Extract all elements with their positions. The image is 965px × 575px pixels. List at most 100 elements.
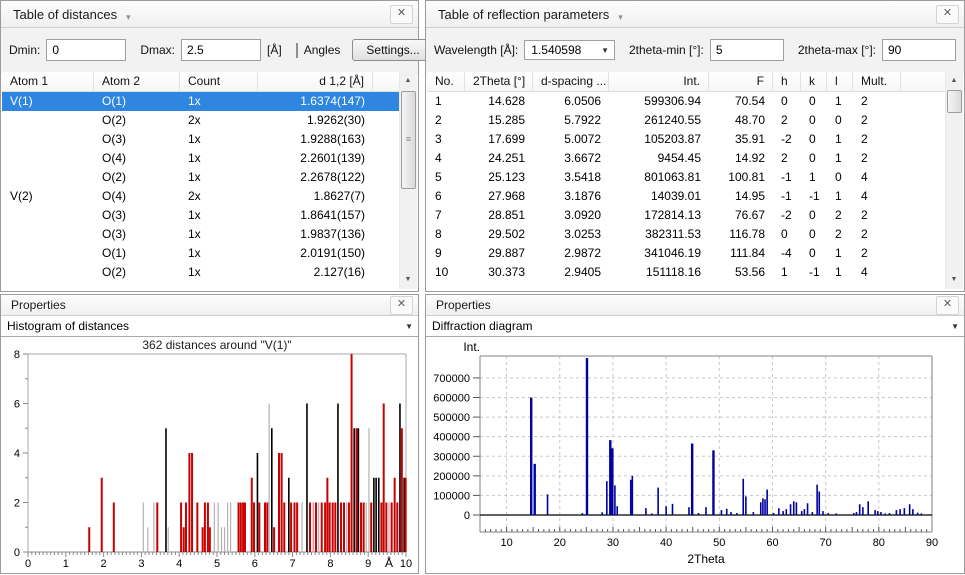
column-header[interactable]: Atom 2	[94, 72, 180, 91]
svg-text:400000: 400000	[433, 432, 470, 444]
table-cell: 48.70	[709, 111, 773, 130]
panel-menu-caret-icon[interactable]: ▾	[618, 12, 623, 23]
thumb-grip-icon: ≡	[402, 135, 415, 144]
close-icon[interactable]: ✕	[390, 5, 413, 24]
properties-selector[interactable]: Histogram of distances ▼	[1, 316, 418, 337]
column-header[interactable]: F	[709, 72, 773, 91]
dmin-input[interactable]	[46, 39, 126, 61]
table-cell: 3	[427, 130, 465, 149]
histogram-of-distances-chart: 362 distances around "V(1)"0246801234567…	[1, 338, 418, 572]
histogram-properties-panel: Properties ✕ Histogram of distances ▼ 36…	[0, 294, 419, 574]
distances-toolbar: Dmin: Dmax: [Å] Angles Settings...	[1, 28, 418, 73]
table-cell: 151118.16	[609, 263, 709, 282]
close-icon[interactable]: ✕	[936, 5, 959, 24]
angstrom-unit-label: [Å]	[267, 43, 282, 57]
table-row[interactable]: O(3)1x1.8641(157)	[2, 206, 400, 225]
table-cell: -1	[801, 263, 827, 282]
column-header[interactable]: No.	[427, 72, 465, 91]
column-header[interactable]: l	[827, 72, 853, 91]
table-cell: 261240.55	[609, 111, 709, 130]
close-icon[interactable]: ✕	[390, 296, 413, 315]
table-row[interactable]: V(1)O(1)1x1.6374(147)	[2, 92, 400, 111]
table-row[interactable]: O(2)1x2.2678(122)	[2, 168, 400, 187]
column-header[interactable]: Mult.	[853, 72, 901, 91]
table-cell: 1x	[180, 206, 258, 225]
table-cell: 29.887	[465, 244, 533, 263]
column-header[interactable]: Atom 1	[2, 72, 94, 91]
table-row[interactable]: 627.9683.187614039.0114.95-1-114	[427, 187, 946, 206]
settings-button[interactable]: Settings...	[352, 39, 433, 61]
distances-panel: Table of distances ▾ ✕ Dmin: Dmax: [Å] A…	[0, 0, 419, 292]
table-cell: 1x	[180, 92, 258, 111]
column-header[interactable]: k	[801, 72, 827, 91]
table-cell: 0	[801, 206, 827, 225]
distances-scrollbar[interactable]: ▲ ≡ ▼	[399, 72, 417, 289]
scrollbar-thumb[interactable]	[947, 90, 962, 113]
angles-checkbox[interactable]	[296, 43, 298, 58]
column-header[interactable]: Int.	[609, 72, 709, 91]
table-row[interactable]: O(2)2x1.9262(30)	[2, 111, 400, 130]
svg-text:20: 20	[554, 537, 566, 549]
table-cell: 4	[427, 149, 465, 168]
table-row[interactable]: 929.8872.9872341046.19111.84-4012	[427, 244, 946, 263]
table-row[interactable]: 525.1233.5418801063.81100.81-1104	[427, 168, 946, 187]
column-header[interactable]: Count	[180, 72, 258, 91]
table-row[interactable]: 1030.3732.9405151118.1653.561-114	[427, 263, 946, 282]
dmax-input[interactable]	[181, 39, 261, 61]
column-header[interactable]: d-spacing ...	[533, 72, 609, 91]
distances-titlebar: Table of distances ▾ ✕	[1, 1, 418, 28]
table-cell	[2, 263, 94, 282]
wavelength-combobox[interactable]: 1.540598 ▼	[524, 40, 615, 60]
table-row[interactable]: O(1)1x2.0191(150)	[2, 244, 400, 263]
combo-arrow-icon: ▼	[405, 322, 413, 331]
table-cell: 1.9837(136)	[258, 225, 373, 244]
table-cell: 6.0506	[533, 92, 609, 111]
scrollbar-thumb[interactable]: ≡	[401, 91, 416, 189]
table-cell: 2	[773, 149, 801, 168]
panel-menu-caret-icon[interactable]: ▾	[126, 12, 131, 23]
table-row[interactable]: O(3)1x1.9288(163)	[2, 130, 400, 149]
close-icon[interactable]: ✕	[936, 296, 959, 315]
table-row[interactable]: 829.5023.0253382311.53116.780022	[427, 225, 946, 244]
table-row[interactable]: 317.6995.0072105203.8735.91-2012	[427, 130, 946, 149]
table-row[interactable]: 728.8513.0920172814.1376.67-2022	[427, 206, 946, 225]
svg-text:40: 40	[660, 537, 672, 549]
table-cell: O(2)	[94, 111, 180, 130]
table-cell: 1x	[180, 130, 258, 149]
table-cell: 1x	[180, 149, 258, 168]
reflections-scrollbar[interactable]: ▲ ▼	[945, 72, 963, 289]
table-cell	[2, 206, 94, 225]
svg-text:2Theta: 2Theta	[687, 552, 725, 566]
table-row[interactable]: O(4)1x2.2601(139)	[2, 149, 400, 168]
table-row[interactable]: O(2)1x2.127(16)	[2, 263, 400, 282]
column-header[interactable]: h	[773, 72, 801, 91]
table-row[interactable]: V(2)O(4)2x1.8627(7)	[2, 187, 400, 206]
table-cell: 2	[853, 130, 901, 149]
svg-text:2: 2	[14, 498, 20, 510]
table-row[interactable]: O(3)1x1.9837(136)	[2, 225, 400, 244]
table-cell: 2	[773, 111, 801, 130]
table-cell: 1.6374(147)	[258, 92, 373, 111]
theta-max-input[interactable]	[882, 39, 956, 61]
table-cell: 6	[427, 187, 465, 206]
scroll-up-icon[interactable]: ▲	[946, 73, 962, 89]
table-cell: 2	[853, 149, 901, 168]
table-cell: 1	[827, 263, 853, 282]
table-cell: O(3)	[94, 225, 180, 244]
table-row[interactable]: 215.2855.7922261240.5548.702002	[427, 111, 946, 130]
scroll-up-icon[interactable]: ▲	[400, 73, 416, 89]
scroll-down-icon[interactable]: ▼	[400, 272, 416, 288]
table-row[interactable]: 424.2513.66729454.4514.922012	[427, 149, 946, 168]
properties-selector[interactable]: Diffraction diagram ▼	[426, 316, 964, 337]
table-cell: 2x	[180, 187, 258, 206]
svg-text:600000: 600000	[433, 393, 470, 405]
column-header[interactable]: d 1,2 [Å]	[258, 72, 373, 91]
table-cell: 70.54	[709, 92, 773, 111]
theta-min-input[interactable]	[710, 39, 784, 61]
svg-text:Int.: Int.	[463, 340, 480, 354]
table-row[interactable]: 114.6286.0506599306.9470.540012	[427, 92, 946, 111]
table-cell: 1.8641(157)	[258, 206, 373, 225]
column-header[interactable]: 2Theta [°]	[465, 72, 533, 91]
table-cell: 1.9288(163)	[258, 130, 373, 149]
scroll-down-icon[interactable]: ▼	[946, 272, 962, 288]
